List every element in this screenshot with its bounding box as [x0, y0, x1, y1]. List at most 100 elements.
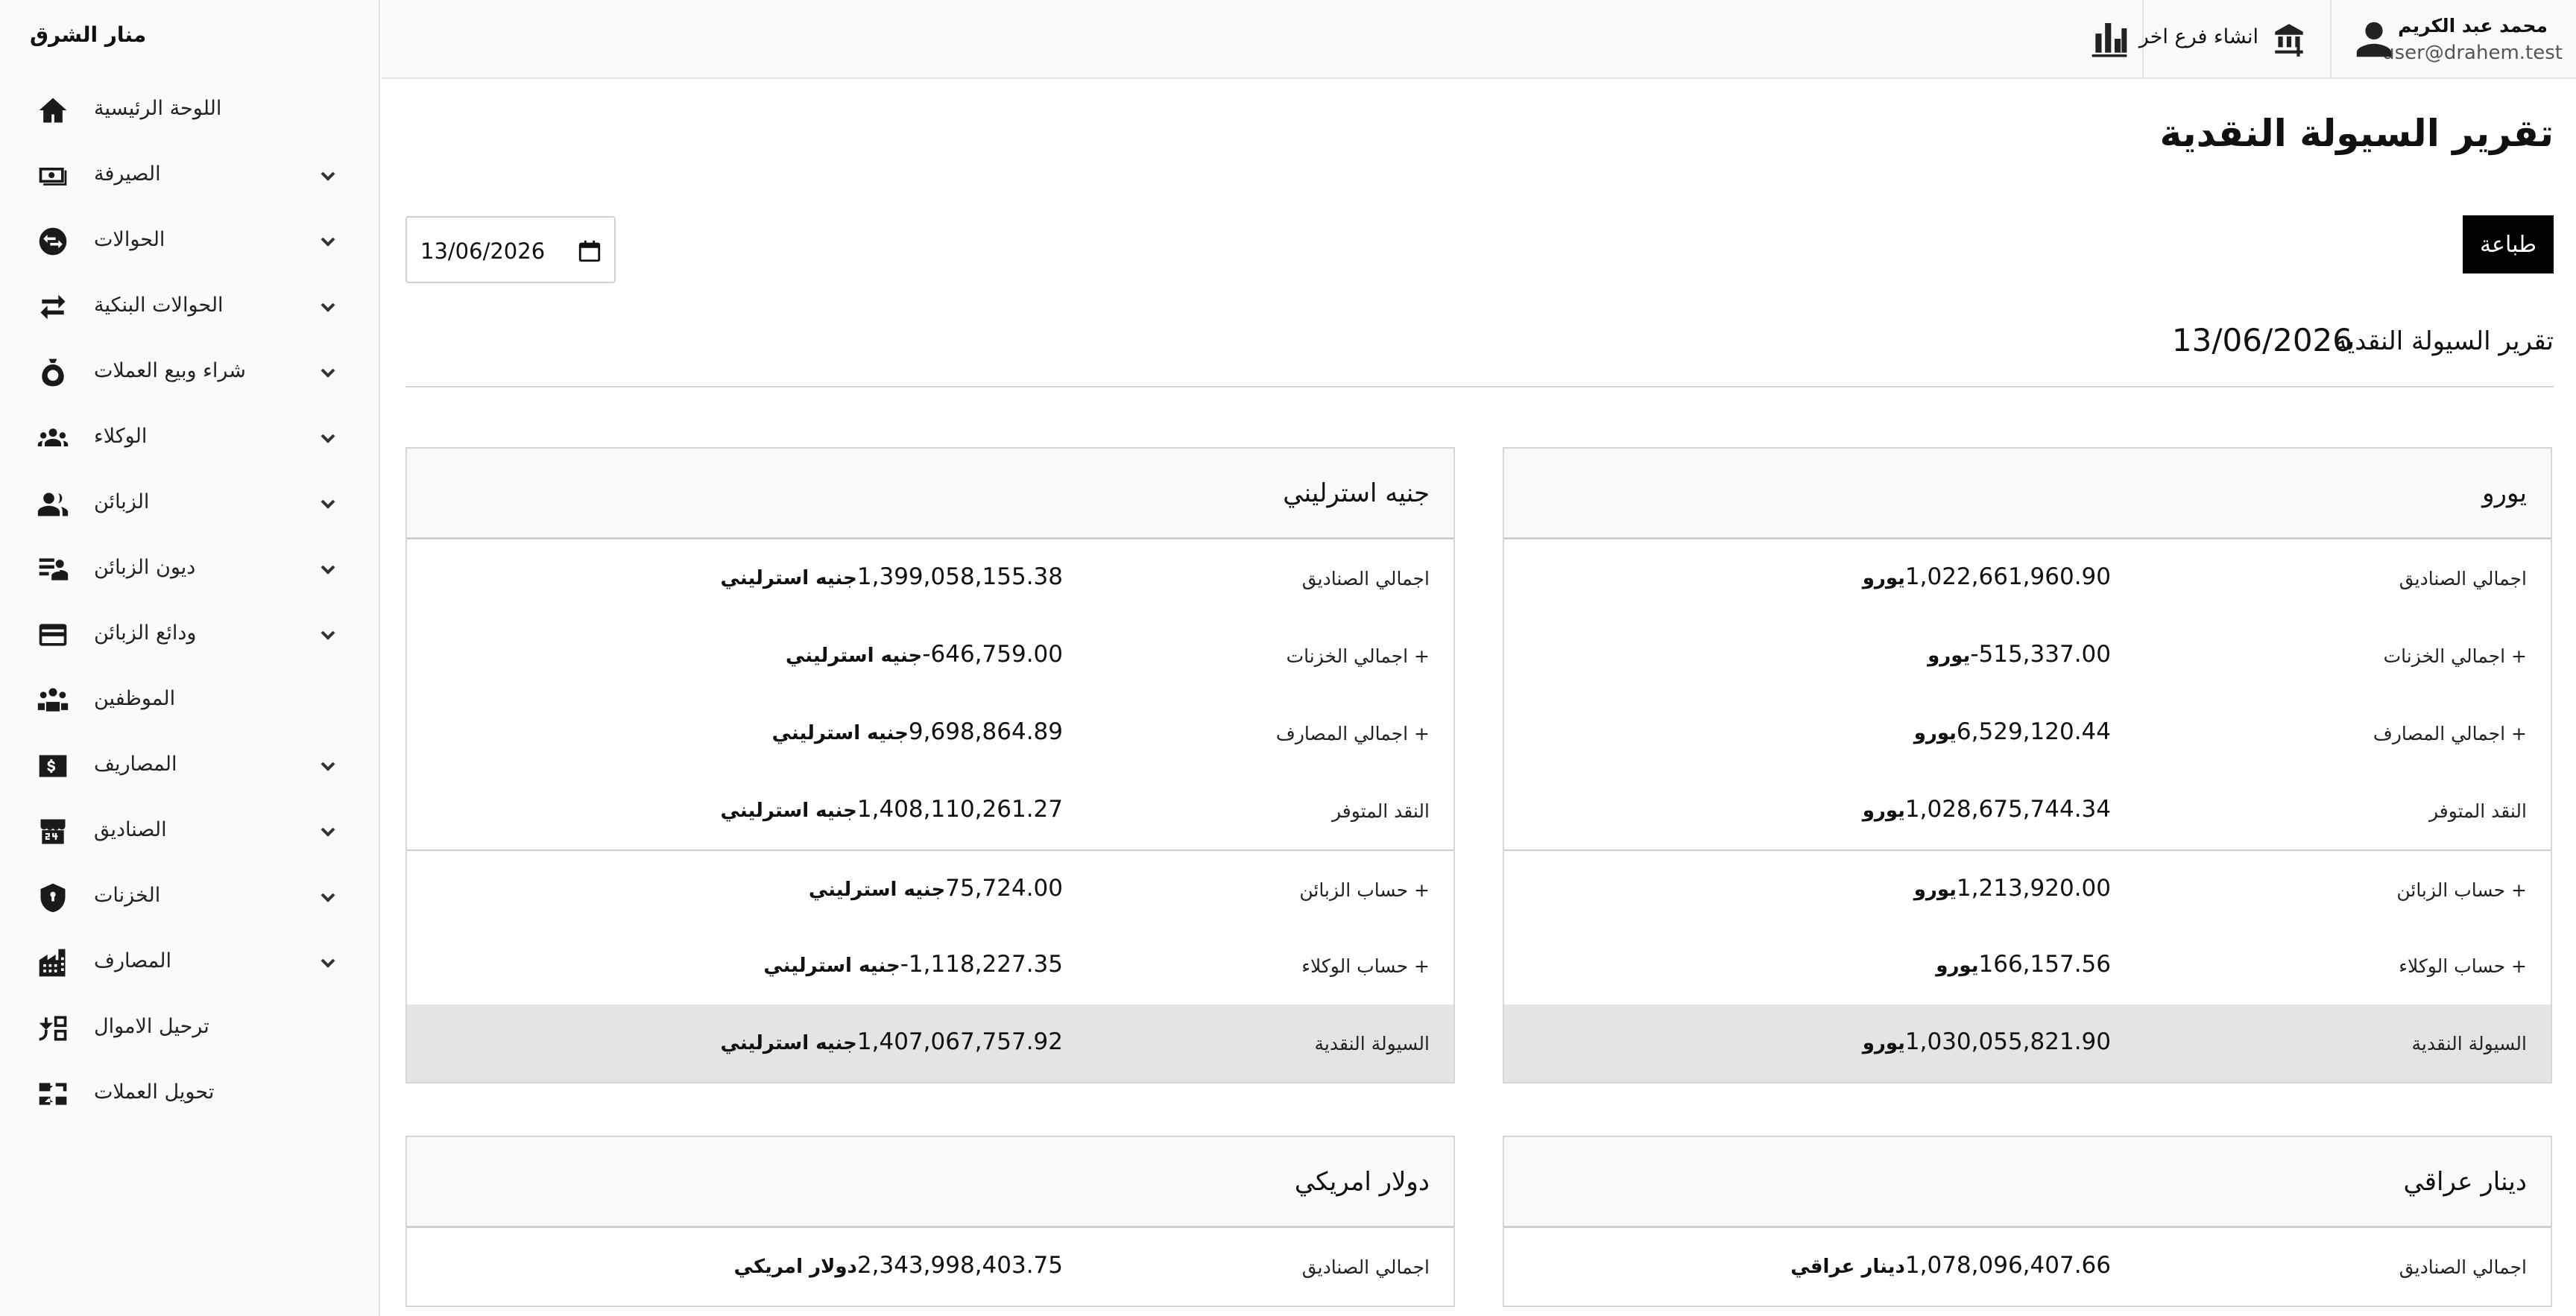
shield-icon [36, 881, 70, 914]
amount: 75,724.00 [945, 875, 1063, 902]
user-email: user@drahem.test [2382, 42, 2563, 64]
currency-name: يورو [1928, 645, 1971, 667]
sidebar-item-15[interactable]: تحويل العملات [0, 1061, 380, 1127]
card-title: جنيه استرليني [1283, 478, 1430, 508]
date-input[interactable]: 13/06/2026 [405, 216, 616, 283]
chevron-down-icon[interactable] [316, 820, 340, 844]
chevron-down-icon[interactable] [316, 426, 340, 450]
sidebar-item-3[interactable]: الحوالات البنكية [0, 274, 380, 340]
table-row: + اجمالي الخزنات -646,759.00جنيه استرليني [407, 617, 1453, 695]
row-value: 1,030,055,821.90يورو [1851, 1028, 2111, 1055]
sidebar-item-label: اللوحة الرئيسية [94, 97, 222, 120]
amount: 1,078,096,407.66 [1904, 1252, 2111, 1279]
sidebar-item-6[interactable]: الزبائن [0, 471, 380, 537]
date-input-value: 13/06/2026 [420, 238, 546, 264]
transfer-icon [36, 1012, 70, 1045]
sidebar-item-1[interactable]: الصيرفة [0, 143, 380, 209]
report-label: تقرير السيولة النقدية [2334, 326, 2554, 356]
sidebar: منار الشرق اللوحة الرئيسية الصيرفة الحوالا… [0, 0, 380, 1316]
card-title: دولار امريكي [1294, 1167, 1430, 1197]
sidebar-item-11[interactable]: الصناديق [0, 799, 380, 864]
currency-card: جنيه استرليني اجمالي الصناديق 1,399,058,15… [405, 447, 1455, 1084]
amount: -1,118,227.35 [900, 951, 1063, 978]
currency-card: دولار امريكي اجمالي الصناديق 2,343,998,403… [405, 1136, 1455, 1307]
sidebar-item-label: ديون الزبائن [94, 556, 196, 579]
sidebar-item-label: الصيرفة [94, 162, 161, 186]
chevron-down-icon[interactable] [316, 361, 340, 385]
sidebar-item-14[interactable]: ترحيل الاموال [0, 996, 380, 1061]
amount: 1,022,661,960.90 [1904, 563, 2111, 590]
table-row: + حساب الزبائن 1,213,920.00يورو [1504, 850, 2551, 927]
sidebar-item-4[interactable]: شراء وبيع العملات [0, 340, 380, 405]
card-title: يورو [2482, 478, 2527, 508]
currency-name: جنيه استرليني [785, 645, 923, 667]
exchange-arrows-icon [36, 1078, 70, 1110]
chevron-down-icon[interactable] [316, 754, 340, 778]
sidebar-item-0[interactable]: اللوحة الرئيسية [0, 77, 380, 143]
chevron-down-icon[interactable] [316, 557, 340, 581]
sidebar-item-label: الحوالات [94, 228, 165, 251]
calendar-icon[interactable] [577, 238, 602, 264]
sidebar-item-label: شراء وبيع العملات [94, 359, 246, 382]
sidebar-item-label: ترحيل الاموال [94, 1015, 209, 1038]
card-header: دينار عراقي [1504, 1137, 2551, 1228]
sidebar-item-12[interactable]: الخزنات [0, 864, 380, 930]
chevron-down-icon[interactable] [316, 623, 340, 647]
card-header: يورو [1504, 449, 2551, 540]
table-row: + اجمالي المصارف 9,698,864.89جنيه استرلين… [407, 695, 1453, 772]
sidebar-item-2[interactable]: الحوالات [0, 209, 380, 274]
store-24-icon [36, 815, 70, 848]
reports-chart-button[interactable] [2084, 0, 2139, 79]
currency-name: دولار امريكي [733, 1256, 857, 1278]
row-value: 166,157.56يورو [1924, 951, 2111, 978]
row-label: النقد المتوفر [2428, 800, 2527, 822]
chevron-down-icon[interactable] [316, 295, 340, 319]
sidebar-item-label: الوكلاء [94, 425, 148, 448]
amount: 2,343,998,403.75 [856, 1252, 1063, 1279]
currency-card: يورو اجمالي الصناديق 1,022,661,960.90يورو +… [1503, 447, 2552, 1084]
row-value: 1,213,920.00يورو [1902, 875, 2111, 902]
table-row: + حساب الوكلاء 166,157.56يورو [1504, 927, 2551, 1005]
sidebar-item-5[interactable]: الوكلاء [0, 405, 380, 471]
group-icon [36, 422, 70, 455]
chevron-down-icon[interactable] [316, 492, 340, 516]
user-menu[interactable]: محمد عبد الكريم user@drahem.test [2330, 0, 2576, 79]
currency-exchange-icon [36, 225, 70, 258]
create-branch-button[interactable]: انشاء فرع اخر [2139, 0, 2329, 79]
team-icon [36, 684, 70, 717]
currency-name: يورو [1913, 722, 1957, 744]
amount: 1,407,067,757.92 [856, 1028, 1063, 1055]
print-button[interactable]: طباعة [2463, 215, 2554, 273]
amount: 1,030,055,821.90 [1904, 1028, 2111, 1055]
sidebar-item-7[interactable]: ديون الزبائن [0, 537, 380, 602]
chevron-down-icon[interactable] [316, 951, 340, 975]
currency-name: جنيه استرليني [720, 567, 857, 589]
table-row: النقد المتوفر 1,028,675,744.34يورو [1504, 772, 2551, 850]
amount: -646,759.00 [922, 641, 1063, 668]
row-label: + اجمالي الخزنات [1286, 645, 1430, 667]
chevron-down-icon[interactable] [316, 164, 340, 188]
bar-chart-icon [2092, 23, 2127, 57]
row-label: النقد المتوفر [1331, 800, 1430, 822]
amount: 9,698,864.89 [908, 718, 1063, 745]
currency-name: يورو [1862, 567, 1905, 589]
sidebar-item-9[interactable]: الموظفين [0, 668, 380, 733]
row-label: + اجمالي المصارف [2373, 723, 2527, 744]
row-value: 1,022,661,960.90يورو [1851, 563, 2111, 590]
amount: 1,399,058,155.38 [856, 563, 1063, 590]
currency-name: جنيه استرليني [771, 722, 909, 744]
sidebar-item-10[interactable]: المصاريف [0, 733, 380, 799]
currency-name: يورو [1862, 1032, 1905, 1054]
chevron-down-icon[interactable] [316, 885, 340, 909]
sidebar-item-label: الموظفين [94, 687, 176, 710]
row-label: اجمالي الصناديق [1301, 1256, 1430, 1278]
currency-name: يورو [1862, 800, 1905, 822]
dollar-note-icon [36, 750, 70, 782]
row-label: السيولة النقدية [2411, 1033, 2527, 1054]
amount: 6,529,120.44 [1956, 718, 2111, 745]
sidebar-item-13[interactable]: المصارف [0, 930, 380, 996]
person-list-icon [36, 553, 70, 586]
row-value: 9,698,864.89جنيه استرليني [760, 718, 1063, 745]
chevron-down-icon[interactable] [316, 230, 340, 253]
sidebar-item-8[interactable]: ودائع الزبائن [0, 602, 380, 668]
